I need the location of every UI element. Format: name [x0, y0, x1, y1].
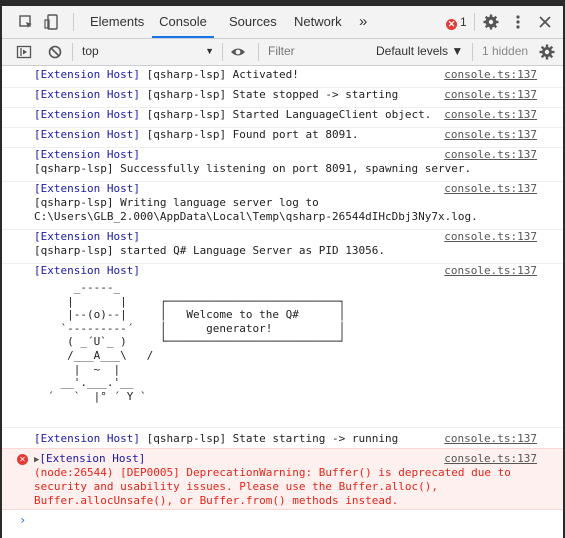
log-levels-dropdown[interactable]: Default levels ▼ — [376, 44, 463, 58]
devtools-window: Elements Console Sources Network » ✕ 1 t… — [2, 6, 563, 538]
error-text: Buffer.allocUnsafe(), or Buffer.from() m… — [34, 494, 399, 507]
context-selector[interactable]: top ▼ — [80, 43, 216, 60]
live-expression-eye-icon[interactable] — [230, 44, 246, 60]
source-link[interactable]: console.ts:137 — [444, 88, 537, 102]
source-link[interactable]: console.ts:137 — [444, 264, 537, 278]
log-prefix: [Extension Host] — [34, 108, 140, 121]
more-tabs-button[interactable]: » — [359, 6, 367, 38]
log-message: [Extension Host] [qsharp-lsp] Writing la… — [2, 182, 563, 230]
error-count-badge[interactable]: ✕ 1 — [446, 15, 467, 30]
console-settings-gear-icon[interactable] — [539, 44, 555, 60]
yeoman-ascii-art: _-----_ | | ┌──────────────────────────┐… — [47, 281, 346, 403]
error-body: ▶[Extension Host] (node:26544) [DEP0005]… — [34, 452, 511, 508]
log-text: [qsharp-lsp] Activated! — [139, 68, 299, 81]
source-link[interactable]: console.ts:137 — [444, 182, 537, 196]
log-message: [Extension Host] _-----_ | | ┌──────────… — [2, 264, 563, 428]
log-text: [qsharp-lsp] State stopped -> starting — [139, 88, 399, 101]
log-prefix: [Extension Host] — [34, 88, 140, 101]
console-prompt[interactable]: › — [19, 513, 26, 527]
toolbar-divider — [73, 13, 74, 31]
dropdown-caret-icon: ▼ — [205, 46, 214, 56]
toolbar-divider — [222, 43, 223, 61]
log-text: [qsharp-lsp] started Q# Language Server … — [34, 244, 385, 257]
log-message: [Extension Host] [qsharp-lsp] State stop… — [2, 88, 563, 108]
source-link[interactable]: console.ts:137 — [444, 148, 537, 162]
toolbar-divider — [472, 43, 473, 61]
filter-input[interactable] — [264, 43, 372, 59]
tab-console[interactable]: Console — [152, 6, 214, 38]
hidden-messages-count: 1 hidden — [482, 44, 529, 58]
clear-console-icon[interactable] — [47, 44, 63, 60]
error-count: 1 — [460, 15, 467, 29]
tab-sources[interactable]: Sources — [229, 6, 277, 38]
log-message: [Extension Host] [qsharp-lsp] Successful… — [2, 148, 563, 182]
inspect-element-icon[interactable] — [18, 14, 34, 30]
log-text: [qsharp-lsp] State starting -> running — [139, 432, 399, 445]
console-toolbar: top ▼ Default levels ▼ 1 hidden — [2, 39, 563, 66]
show-sidebar-icon[interactable] — [16, 44, 32, 60]
more-options-icon[interactable] — [510, 14, 526, 30]
log-prefix: [Extension Host] — [34, 128, 140, 141]
source-link[interactable]: console.ts:137 — [444, 128, 537, 142]
error-text: (node:26544) [DEP0005] DeprecationWarnin… — [34, 466, 511, 479]
source-link[interactable]: console.ts:137 — [444, 452, 537, 466]
source-link[interactable]: console.ts:137 — [444, 230, 537, 244]
error-icon: ✕ — [446, 19, 457, 30]
log-message: [Extension Host] [qsharp-lsp] State star… — [2, 428, 563, 448]
error-message: ✕ ▶[Extension Host] (node:26544) [DEP000… — [2, 448, 563, 510]
log-message: [Extension Host] [qsharp-lsp] Found port… — [2, 128, 563, 148]
error-icon: ✕ — [17, 454, 28, 465]
context-label: top — [82, 44, 99, 58]
tab-elements[interactable]: Elements — [90, 6, 144, 38]
device-toolbar-icon[interactable] — [44, 14, 60, 30]
console-log: [Extension Host] [qsharp-lsp] Activated!… — [2, 66, 563, 538]
toolbar-divider — [258, 43, 259, 61]
log-message: [Extension Host] [qsharp-lsp] started Q#… — [2, 230, 563, 264]
toolbar-divider — [72, 43, 73, 61]
tab-network[interactable]: Network — [294, 6, 342, 38]
settings-gear-icon[interactable] — [483, 14, 499, 30]
source-link[interactable]: console.ts:137 — [444, 68, 537, 82]
log-message: [Extension Host] [qsharp-lsp] Activated!… — [2, 68, 563, 88]
error-text: security and usability issues. Please us… — [34, 480, 438, 493]
log-message: [Extension Host] [qsharp-lsp] Started La… — [2, 108, 563, 128]
log-prefix: [Extension Host] — [34, 68, 140, 81]
log-text: [qsharp-lsp] Started LanguageClient obje… — [139, 108, 432, 121]
log-text: [qsharp-lsp] Successfully listening on p… — [34, 162, 472, 175]
log-prefix: [Extension Host] — [34, 432, 140, 445]
source-link[interactable]: console.ts:137 — [444, 432, 537, 446]
log-text: [qsharp-lsp] Found port at 8091. — [139, 128, 359, 141]
log-text: [qsharp-lsp] Writing language server log… — [34, 196, 319, 209]
devtools-tab-bar: Elements Console Sources Network » ✕ 1 — [2, 6, 563, 39]
log-prefix: [Extension Host] — [39, 452, 146, 465]
close-icon[interactable] — [537, 14, 553, 30]
log-text: C:\Users\GLB_2.000\AppData\Local\Temp\qs… — [34, 210, 478, 223]
toolbar-divider — [474, 13, 475, 31]
source-link[interactable]: console.ts:137 — [444, 108, 537, 122]
